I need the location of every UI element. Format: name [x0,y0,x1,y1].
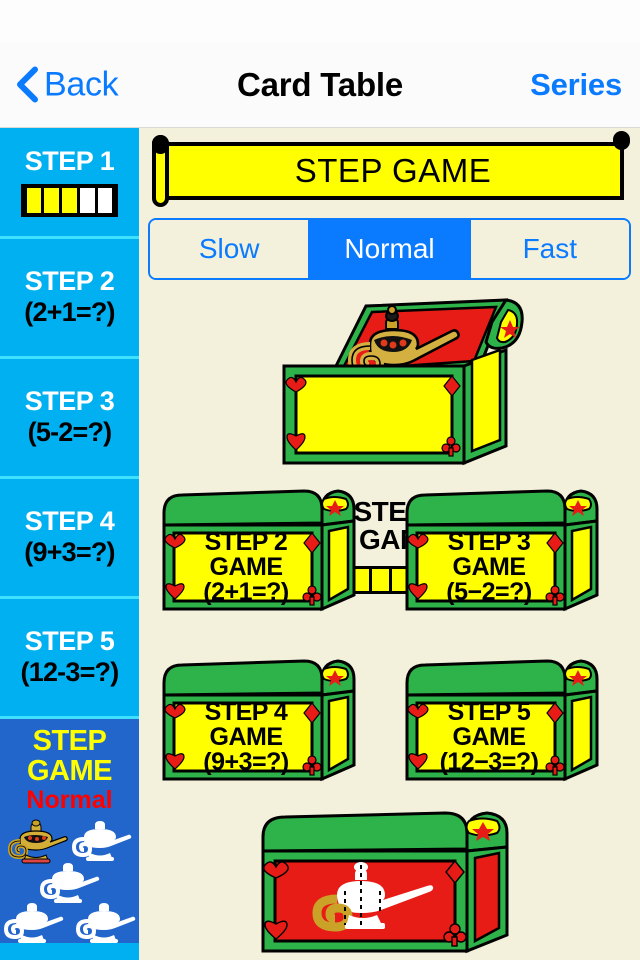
sidebar-item-step-2-expression: (2+1=?) [24,296,115,327]
series-button[interactable]: Series [530,67,622,103]
sidebar-item-step-4-title: STEP 4 [24,506,115,537]
sidebar-item-step-2[interactable]: STEP 2 (2+1=?) [0,239,139,359]
sidebar-item-step-1-title: STEP 1 [24,146,115,177]
content-panel: STEP GAME Slow Normal Fast STEP 1 GAME S… [139,128,640,960]
banner-title: STEP GAME [294,152,492,189]
lamp-icon-empty [2,899,64,943]
sidebar-item-step-game[interactable]: STEP GAME Normal [0,719,139,943]
app-root: Back Card Table Series STEP 1 STEP 2 (2+… [0,0,640,960]
sidebar-item-step-3-title: STEP 3 [24,386,115,417]
sidebar-step-game-title-line1: STEP [32,725,107,757]
banner-paper: STEP GAME [162,142,624,200]
banner-roll-right-cap-icon [613,131,630,150]
navigation-bar: Back Card Table Series [0,42,640,128]
sidebar-step-1-progress [21,183,118,217]
sidebar-step-game-speed: Normal [26,786,113,815]
sidebar-item-step-5[interactable]: STEP 5 (12-3=?) [0,599,139,719]
sidebar: STEP 1 STEP 2 (2+1=?) STEP 3 (5-2=?) STE… [0,128,139,960]
speed-option-fast[interactable]: Fast [468,220,629,278]
status-bar [0,0,640,42]
sidebar-item-step-1[interactable]: STEP 1 [0,128,139,239]
chest-step-3-game[interactable]: STEP 3 GAME (5−2=?) [397,483,612,618]
sidebar-item-step-5-title: STEP 5 [24,626,115,657]
speed-segmented-control[interactable]: Slow Normal Fast [148,218,631,280]
sidebar-lamp-progress [0,817,139,943]
sidebar-item-step-3[interactable]: STEP 3 (5-2=?) [0,359,139,479]
sidebar-item-step-4[interactable]: STEP 4 (9+3=?) [0,479,139,599]
speed-option-normal[interactable]: Normal [308,220,469,278]
banner-roll-left-cap-icon [152,135,169,154]
chest-step-4-game[interactable]: STEP 4 GAME (9+3=?) [154,653,369,788]
chest-step-5-game[interactable]: STEP 5 GAME (12−3=?) [397,653,612,788]
sidebar-item-step-5-expression: (12-3=?) [20,656,120,687]
sidebar-item-step-3-expression: (5-2=?) [27,416,112,447]
sidebar-item-step-4-expression: (9+3=?) [24,536,115,567]
step-game-banner: STEP GAME [148,131,632,207]
chest-bonus-lamp[interactable] [249,803,529,960]
lamp-icon-empty [74,899,136,943]
chest-step-1-game[interactable]: STEP 1 GAME [274,288,524,594]
body-area: STEP 1 STEP 2 (2+1=?) STEP 3 (5-2=?) STE… [0,128,640,960]
speed-option-slow[interactable]: Slow [150,220,309,278]
sidebar-step-game-title-line2: GAME [27,754,113,787]
sidebar-item-step-2-title: STEP 2 [24,266,115,297]
chest-step-2-game[interactable]: STEP 2 GAME (2+1=?) [154,483,369,618]
